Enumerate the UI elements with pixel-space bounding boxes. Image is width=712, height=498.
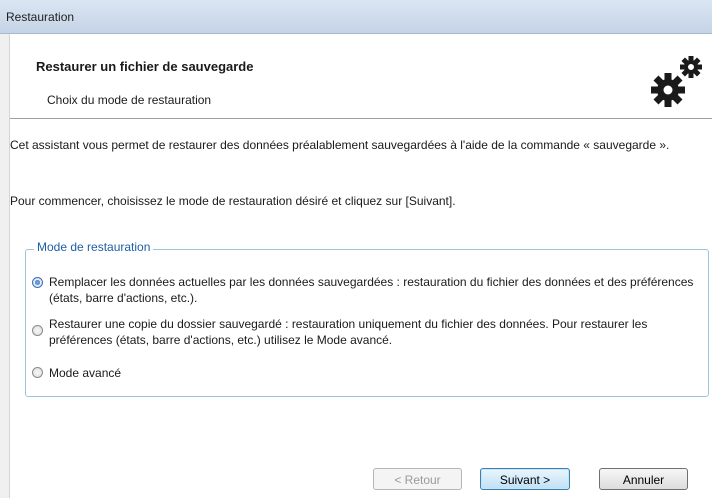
option-restore-copy[interactable]: Restaurer une copie du dossier sauvegard… [32, 316, 702, 348]
cancel-button[interactable]: Annuler [599, 468, 688, 490]
window-title: Restauration [6, 10, 75, 24]
next-button[interactable]: Suivant > [480, 468, 570, 490]
option-replace-label[interactable]: Remplacer les données actuelles par les … [32, 274, 702, 306]
option-advanced-label[interactable]: Mode avancé [32, 365, 702, 381]
radio-restore-copy[interactable] [32, 325, 43, 336]
intro-text: Cet assistant vous permet de restaurer d… [10, 138, 670, 152]
radio-advanced[interactable] [32, 367, 43, 378]
wizard-header: Restaurer un fichier de sauvegarde Choix… [0, 34, 712, 119]
option-advanced[interactable]: Mode avancé [32, 365, 702, 381]
option-replace[interactable]: Remplacer les données actuelles par les … [32, 274, 702, 306]
back-button[interactable]: < Retour [373, 468, 462, 490]
header-title: Restaurer un fichier de sauvegarde [36, 59, 254, 74]
gears-icon [651, 56, 702, 107]
window-titlebar: Restauration [0, 0, 712, 34]
wizard-content: Cet assistant vous permet de restaurer d… [10, 119, 712, 498]
option-restore-copy-label[interactable]: Restaurer une copie du dossier sauvegard… [32, 316, 702, 348]
radio-replace[interactable] [32, 277, 43, 288]
instruction-text: Pour commencer, choisissez le mode de re… [10, 194, 456, 208]
header-subtitle: Choix du mode de restauration [47, 93, 212, 107]
restore-mode-group-title: Mode de restauration [34, 240, 154, 254]
window-left-border [0, 34, 10, 498]
